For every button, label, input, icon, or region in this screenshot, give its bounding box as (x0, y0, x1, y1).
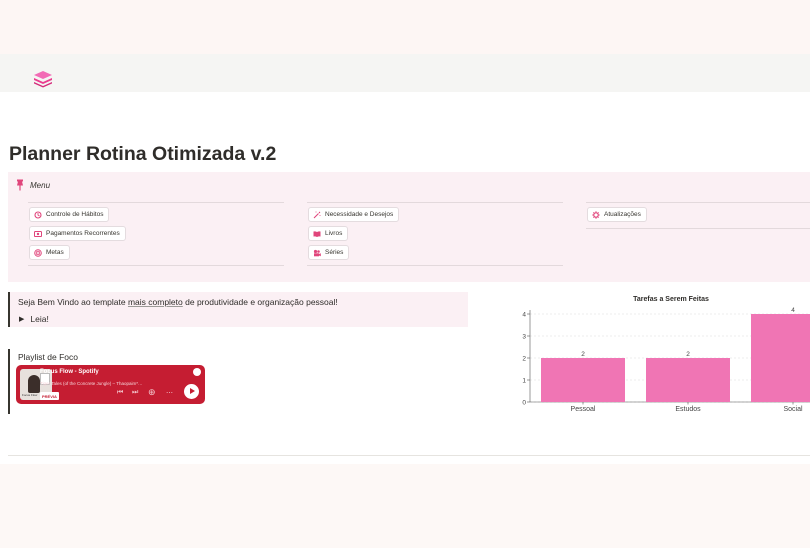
spotify-logo-icon[interactable] (193, 368, 201, 376)
leia-toggle[interactable]: ▶ Leia! (19, 314, 49, 324)
top-band (0, 0, 810, 54)
playlist-title: Playlist de Foco (18, 352, 78, 362)
menu-link-label: Necessidade e Desejos (325, 211, 394, 218)
header-strip (0, 54, 810, 92)
tasks-bar-chart: Tarefas a Serem Feitas 0 1 2 3 4 2 Pessoal 2 Est… (522, 296, 810, 413)
menu-link-label: Controle de Hábitos (46, 211, 104, 218)
chart-bar (541, 358, 625, 402)
menu-column-top-divider (28, 202, 284, 203)
menu-link-necessidade-e-desejos[interactable]: Necessidade e Desejos (308, 207, 400, 222)
chart-y-tick-label: 2 (522, 355, 526, 362)
menu-link-label: Séries (325, 249, 344, 256)
menu-column-top-divider (586, 202, 810, 203)
menu-link-label: Metas (46, 249, 64, 256)
film-icon (313, 249, 321, 256)
menu-link-atualizacoes[interactable]: Atualizações (587, 207, 647, 222)
toggle-triangle-icon[interactable]: ▶ (19, 315, 24, 323)
previous-track-icon[interactable]: ⏮ (117, 389, 123, 397)
menu-column-bottom-divider (28, 265, 284, 266)
menu-link-label: Livros (325, 230, 343, 237)
spotify-playlist-name[interactable]: Focus Flow - Spotify (40, 369, 99, 375)
layers-logo-icon (34, 71, 52, 88)
page-title: Planner Rotina Otimizada v.2 (9, 143, 277, 165)
next-track-icon[interactable]: ⏭ (132, 389, 138, 397)
menu-link-label: Atualizações (604, 211, 641, 218)
preview-badge: PRÉVIA (40, 392, 59, 400)
menu-title: Menu (30, 181, 51, 190)
menu-column-bottom-divider (307, 265, 563, 266)
menu-link-livros[interactable]: Livros (308, 226, 349, 241)
chart-y-tick-label: 0 (522, 399, 526, 406)
chart-y-tick-label: 1 (522, 377, 526, 384)
money-icon (34, 230, 42, 237)
more-options-icon[interactable]: ⋯ (166, 389, 173, 397)
menu-column-top-divider (307, 202, 563, 203)
chart-title: Tarefas a Serem Feitas (633, 296, 709, 303)
bottom-band (0, 464, 810, 548)
menu-link-label: Pagamentos Recorrentes (46, 230, 120, 237)
habit-icon (34, 210, 42, 219)
menu-column-bottom-divider (586, 228, 810, 229)
menu-link-metas[interactable]: Metas (29, 245, 70, 260)
menu-link-series[interactable]: Séries (308, 245, 350, 260)
menu-link-controle-de-habitos[interactable]: Controle de Hábitos (29, 207, 110, 222)
menu-link-pagamentos-recorrentes[interactable]: Pagamentos Recorrentes (29, 226, 126, 241)
page-divider (8, 455, 810, 456)
chart-y-tick-label: 3 (522, 333, 526, 340)
chart-data-label: 2 (686, 351, 690, 358)
playlist-quote-bar (8, 349, 10, 414)
cover-caption: Focus Flow (22, 393, 38, 397)
target-icon (34, 248, 42, 257)
toggle-label: Leia! (30, 314, 49, 324)
pin-icon (17, 179, 23, 191)
chart-x-tick-label: Estudos (675, 406, 701, 413)
chart-data-label: 2 (581, 351, 585, 358)
magic-wand-icon (313, 211, 321, 218)
welcome-link[interactable]: mais completo (128, 297, 183, 307)
chart-y-tick-label: 4 (522, 311, 526, 318)
spotify-track-name[interactable]: Tiger Tales (of the Concrete Jungle) – T… (40, 381, 142, 386)
add-circle-icon[interactable]: ⊕ (148, 387, 156, 398)
chart-bar (646, 358, 730, 402)
chart-data-label: 4 (791, 307, 795, 314)
chart-x-tick-label: Social (783, 406, 803, 413)
cover-person (28, 375, 40, 393)
welcome-text: Seja Bem Vindo ao template mais completo… (18, 297, 338, 307)
play-button[interactable] (184, 384, 199, 399)
chart-bar (751, 314, 810, 402)
book-icon (313, 230, 321, 237)
welcome-text-start: Seja Bem Vindo ao template (18, 297, 128, 307)
welcome-text-end: de produtividade e organização pessoal! (182, 297, 338, 307)
chart-x-tick-label: Pessoal (571, 406, 596, 413)
gear-icon (592, 210, 600, 219)
